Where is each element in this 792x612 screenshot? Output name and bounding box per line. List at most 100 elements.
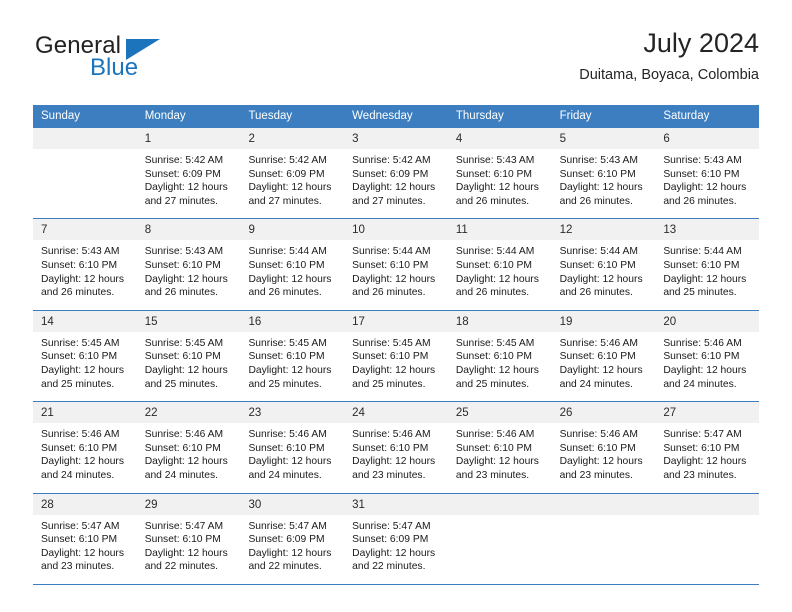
weekday-header-row: Sunday Monday Tuesday Wednesday Thursday… [33, 105, 759, 128]
brand-name-blue: Blue [90, 54, 139, 81]
week-daynumber-row: 123456 [33, 128, 759, 149]
sunrise-text: Sunrise: 5:46 AM [663, 337, 742, 349]
calendar-week-row: 21 22 23 24 25 26 27 Sunrise: 5:46 AM Sunset: 6:… [33, 402, 759, 494]
daylight-text: Daylight: 12 hours [455, 456, 539, 468]
daylight-text-cont: and 22 minutes. [352, 561, 426, 573]
daylight-text-cont: and 24 minutes. [248, 469, 322, 481]
daylight-text: Daylight: 12 hours [41, 547, 124, 559]
daylight-text: Daylight: 12 hours [352, 182, 436, 194]
sunset-text: Sunset: 6:10 PM [559, 168, 636, 180]
daylight-text-cont: and 24 minutes. [663, 378, 737, 390]
day-number[interactable]: 4 [448, 128, 552, 149]
sunrise-text: Sunrise: 5:45 AM [455, 337, 535, 349]
daylight-text-cont: and 22 minutes. [248, 561, 322, 573]
sunrise-text: Sunrise: 5:46 AM [144, 429, 224, 441]
sunset-text: Sunset: 6:10 PM [352, 351, 429, 363]
day-details: Sunrise: 5:47 AM Sunset: 6:09 PM Daylight:… [240, 515, 344, 584]
daylight-text-cont: and 26 minutes. [455, 195, 530, 207]
day-number[interactable]: 11 [448, 219, 552, 240]
day-number[interactable]: 22 [137, 402, 241, 423]
day-number[interactable]: 7 [33, 219, 137, 240]
sunrise-text: Sunrise: 5:43 AM [41, 246, 120, 258]
day-number[interactable]: 1 [137, 128, 241, 149]
day-details: Sunrise: 5:47 AM Sunset: 6:09 PM Daylight:… [344, 515, 448, 584]
daylight-text-cont: and 25 minutes. [144, 378, 218, 390]
daylight-text-cont: and 25 minutes. [352, 378, 426, 390]
sunset-text: Sunset: 6:10 PM [41, 442, 118, 454]
day-cell-empty [552, 494, 656, 515]
daylight-text-cont: and 27 minutes. [144, 195, 218, 207]
week-daynumber-row: 14 15 16 17 18 19 20 [33, 310, 759, 332]
brand-logo[interactable]: General Blue [33, 26, 293, 88]
daylight-text: Daylight: 12 hours [248, 364, 332, 376]
daylight-text-cont: and 26 minutes. [41, 287, 115, 299]
day-number[interactable]: 5 [552, 128, 656, 149]
sunrise-text: Sunrise: 5:44 AM [663, 246, 742, 258]
day-number[interactable]: 20 [655, 311, 759, 332]
day-number[interactable]: 9 [240, 219, 344, 240]
sunrise-text: Sunrise: 5:44 AM [352, 246, 431, 258]
daylight-text-cont: and 26 minutes. [455, 287, 530, 299]
daylight-text: Daylight: 12 hours [144, 273, 228, 285]
day-number[interactable]: 25 [448, 402, 552, 423]
day-details: Sunrise: 5:44 AM Sunset: 6:10 PM Daylight:… [344, 240, 448, 309]
day-number[interactable]: 24 [344, 402, 448, 423]
day-details: Sunrise: 5:43 AM Sunset: 6:10 PM Daylight:… [137, 240, 241, 309]
sunrise-text: Sunrise: 5:47 AM [248, 520, 327, 532]
daylight-text: Daylight: 12 hours [455, 364, 539, 376]
day-number[interactable]: 21 [33, 402, 137, 423]
day-number[interactable]: 19 [552, 311, 656, 332]
day-number[interactable]: 16 [240, 311, 344, 332]
day-details: Sunrise: 5:42 AM Sunset: 6:09 PM Daylight:… [137, 149, 241, 218]
calendar-week-row: 7 8 9 10 11 12 13 Sunrise: 5:43 AM Sunset: 6:10 … [33, 219, 759, 311]
calendar-weeks: 1 2 3 4 5 6 Sunrise: 5:42 AM Sunset: 6:09 PM Day… [33, 128, 759, 585]
sunrise-text: Sunrise: 5:43 AM [559, 155, 639, 166]
sunrise-text: Sunrise: 5:42 AM [352, 155, 431, 166]
calendar-page: General Blue July 2024 Duitama, Boyaca, … [0, 0, 792, 612]
daylight-text: Daylight: 12 hours [144, 547, 228, 559]
day-number[interactable]: 28 [33, 494, 137, 515]
page-subtitle: Duitama, Boyaca, Colombia [579, 67, 759, 83]
sunset-text: Sunset: 6:10 PM [248, 442, 325, 454]
sunset-text: Sunset: 6:10 PM [455, 442, 533, 454]
sunset-text: Sunset: 6:10 PM [455, 259, 533, 271]
sunrise-text: Sunrise: 5:42 AM [144, 155, 224, 166]
calendar-week-row: 28 29 30 31 Sunrise: 5:47 AM Sunset: 6:10 PM D… [33, 493, 759, 585]
day-number[interactable]: 18 [448, 311, 552, 332]
day-number[interactable]: 8 [137, 219, 241, 240]
day-number[interactable]: 2 [240, 128, 344, 149]
daylight-text: Daylight: 12 hours [248, 182, 332, 194]
day-number[interactable]: 30 [240, 494, 344, 515]
sunrise-text: Sunrise: 5:47 AM [663, 429, 742, 441]
day-number[interactable]: 15 [137, 311, 241, 332]
day-details: Sunrise: 5:42 AM Sunset: 6:09 PM Daylight:… [344, 149, 448, 218]
day-number[interactable]: 6 [655, 128, 759, 149]
sunrise-text: Sunrise: 5:46 AM [41, 429, 120, 441]
day-number[interactable]: 23 [240, 402, 344, 423]
day-number[interactable]: 26 [552, 402, 656, 423]
sunset-text: Sunset: 6:10 PM [144, 259, 221, 271]
daylight-text-cont: and 23 minutes. [41, 561, 115, 573]
day-number[interactable]: 3 [344, 128, 448, 149]
sunset-text: Sunset: 6:10 PM [41, 351, 118, 363]
week-detail-row: Sunrise: 5:45 AM Sunset: 6:10 PM Daylight:… [33, 331, 759, 402]
day-number[interactable]: 17 [344, 311, 448, 332]
day-details: Sunrise: 5:46 AM Sunset: 6:10 PM Daylight:… [552, 423, 656, 492]
day-number[interactable]: 12 [552, 219, 656, 240]
week-detail-row: Sunrise: 5:46 AM Sunset: 6:10 PM Daylight:… [33, 423, 759, 493]
day-number[interactable]: 10 [344, 219, 448, 240]
sunset-text: Sunset: 6:10 PM [455, 351, 533, 363]
day-number[interactable]: 31 [344, 494, 448, 515]
sunrise-text: Sunrise: 5:47 AM [144, 520, 224, 532]
daylight-text-cont: and 23 minutes. [559, 469, 633, 481]
day-number[interactable]: 13 [655, 219, 759, 240]
day-number[interactable]: 27 [655, 402, 759, 423]
daylight-text-cont: and 25 minutes. [41, 378, 115, 390]
sunrise-text: Sunrise: 5:46 AM [248, 429, 327, 441]
sunrise-text: Sunrise: 5:47 AM [352, 520, 431, 532]
day-number[interactable]: 14 [33, 311, 137, 332]
day-number[interactable]: 29 [137, 494, 241, 515]
day-details: Sunrise: 5:46 AM Sunset: 6:10 PM Daylight:… [655, 332, 759, 401]
daylight-text: Daylight: 12 hours [144, 456, 228, 468]
sunset-text: Sunset: 6:10 PM [663, 442, 740, 454]
